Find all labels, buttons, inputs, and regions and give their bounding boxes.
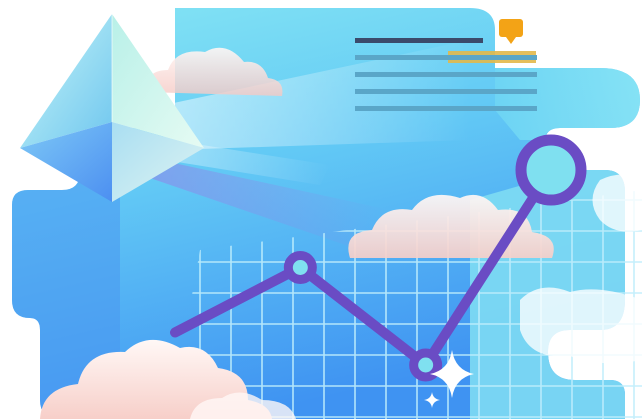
doc-line-1 [355,55,537,60]
doc-line-2 [355,72,537,77]
comment-flag-icon [499,19,523,44]
sky-right-band [495,68,640,140]
doc-heading-line [355,38,483,43]
doc-line-3 [355,89,537,94]
hero-illustration [0,0,642,419]
trend-endpoint-node [515,134,587,206]
doc-line-4 [355,106,537,111]
illustration-canvas [12,8,642,419]
trend-node [283,251,317,284]
